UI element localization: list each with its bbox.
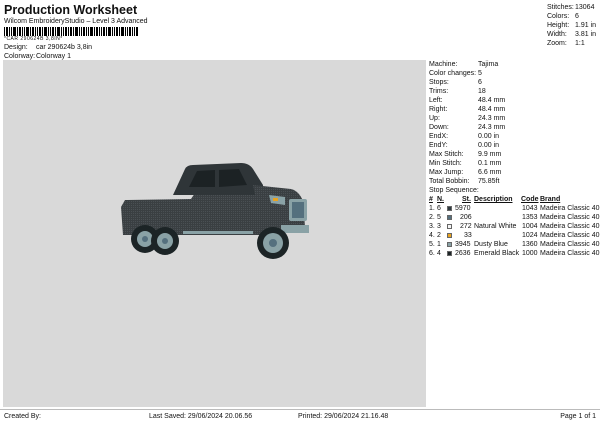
col-header-brand: Brand [540,196,561,203]
color-changes-label: Color changes: [429,70,477,77]
max-stitch-label: Max Stitch: [429,151,464,158]
row-n: 1 [437,241,441,248]
row-num: 3. [429,223,435,230]
row-code: 1000 [522,250,538,257]
col-header-num: # [429,196,433,203]
row-num: 2. [429,214,435,221]
row-n: 5 [437,214,441,221]
row-description: Dusty Blue [474,241,508,248]
up-value: 24.3 mm [478,115,506,122]
width-label: Width: [547,31,567,38]
colors-label: Colors: [547,13,570,20]
stitches-value: 13064 [575,4,595,11]
row-code: 1360 [522,241,538,248]
color-swatch [447,224,452,229]
barcode [4,27,138,36]
barcode-text: *CAR 290624B 3,8IN* [4,36,63,42]
endx-label: EndX: [429,133,449,140]
row-brand: Madeira Classic 40 [540,214,600,221]
stops-value: 6 [478,79,482,86]
col-header-st: St. [462,196,471,203]
row-n: 4 [437,250,441,257]
trims-value: 18 [478,88,486,95]
col-header-code: Code [521,196,539,203]
footer-divider [0,409,600,410]
row-brand: Madeira Classic 40 [540,250,600,257]
design-value: car 290624b 3,8in [36,44,93,51]
min-stitch-label: Min Stitch: [429,160,462,167]
footer-page-number: Page 1 of 1 [560,413,596,420]
row-brand: Madeira Classic 40 [540,205,600,212]
row-stitches: 2636 [455,250,471,257]
stop-sequence-title: Stop Sequence: [429,187,479,194]
right-value: 48.4 mm [478,106,506,113]
stops-label: Stops: [429,79,449,86]
zoom-value: 1:1 [575,40,585,47]
height-value: 1.91 in [575,22,597,29]
row-description: Emerald Black [474,250,520,257]
footer-created-by: Created By: [4,413,41,420]
row-n: 6 [437,205,441,212]
row-num: 1. [429,205,435,212]
max-jump-value: 6.6 mm [478,169,502,176]
col-header-n: N. [437,196,444,203]
row-num: 6. [429,250,435,257]
color-swatch [447,233,452,238]
min-stitch-value: 0.1 mm [478,160,502,167]
endx-value: 0.00 in [478,133,500,140]
row-stitches: 272 [460,223,472,230]
row-code: 1353 [522,214,538,221]
row-description: Natural White [474,223,517,230]
footer-printed: Printed: 29/06/2024 21.16.48 [298,413,389,420]
max-stitch-value: 9.9 mm [478,151,502,158]
color-swatch [447,251,452,256]
max-jump-label: Max Jump: [429,169,464,176]
row-num: 4. [429,232,435,239]
left-value: 48.4 mm [478,97,506,104]
row-num: 5. [429,241,435,248]
footer-last-saved: Last Saved: 29/06/2024 20.06.56 [149,413,253,420]
row-stitches: 3945 [455,241,471,248]
width-value: 3.81 in [575,31,597,38]
row-brand: Madeira Classic 40 [540,232,600,239]
up-label: Up: [429,115,440,122]
software-subtitle: Wilcom EmbroideryStudio – Level 3 Advanc… [4,18,148,25]
zoom-label: Zoom: [547,40,567,47]
down-value: 24.3 mm [478,124,506,131]
color-swatch [447,242,452,247]
endy-value: 0.00 in [478,142,500,149]
down-label: Down: [429,124,449,131]
total-bobbin-value: 75.85ft [478,178,500,185]
design-preview [3,60,426,407]
truck-embroidery-image [121,163,309,259]
machine-label: Machine: [429,61,458,68]
machine-value: Tajima [478,61,499,68]
trims-label: Trims: [429,88,449,95]
design-label: Design: [4,44,28,51]
row-brand: Madeira Classic 40 [540,241,600,248]
row-stitches: 5970 [455,205,471,212]
col-header-description: Description [474,196,513,203]
row-code: 1004 [522,223,538,230]
row-n: 2 [437,232,441,239]
row-stitches: 33 [464,232,472,239]
color-swatch [447,206,452,211]
total-bobbin-label: Total Bobbin: [429,178,470,185]
height-label: Height: [547,22,570,29]
row-stitches: 206 [460,214,472,221]
row-n: 3 [437,223,441,230]
page-title: Production Worksheet [4,3,138,17]
right-label: Right: [429,106,448,113]
stitches-label: Stitches: [547,4,574,11]
colors-value: 6 [575,13,579,20]
row-code: 1043 [522,205,538,212]
endy-label: EndY: [429,142,448,149]
color-changes-value: 5 [478,70,482,77]
row-code: 1024 [522,232,538,239]
row-brand: Madeira Classic 40 [540,223,600,230]
left-label: Left: [429,97,443,104]
color-swatch [447,215,452,220]
